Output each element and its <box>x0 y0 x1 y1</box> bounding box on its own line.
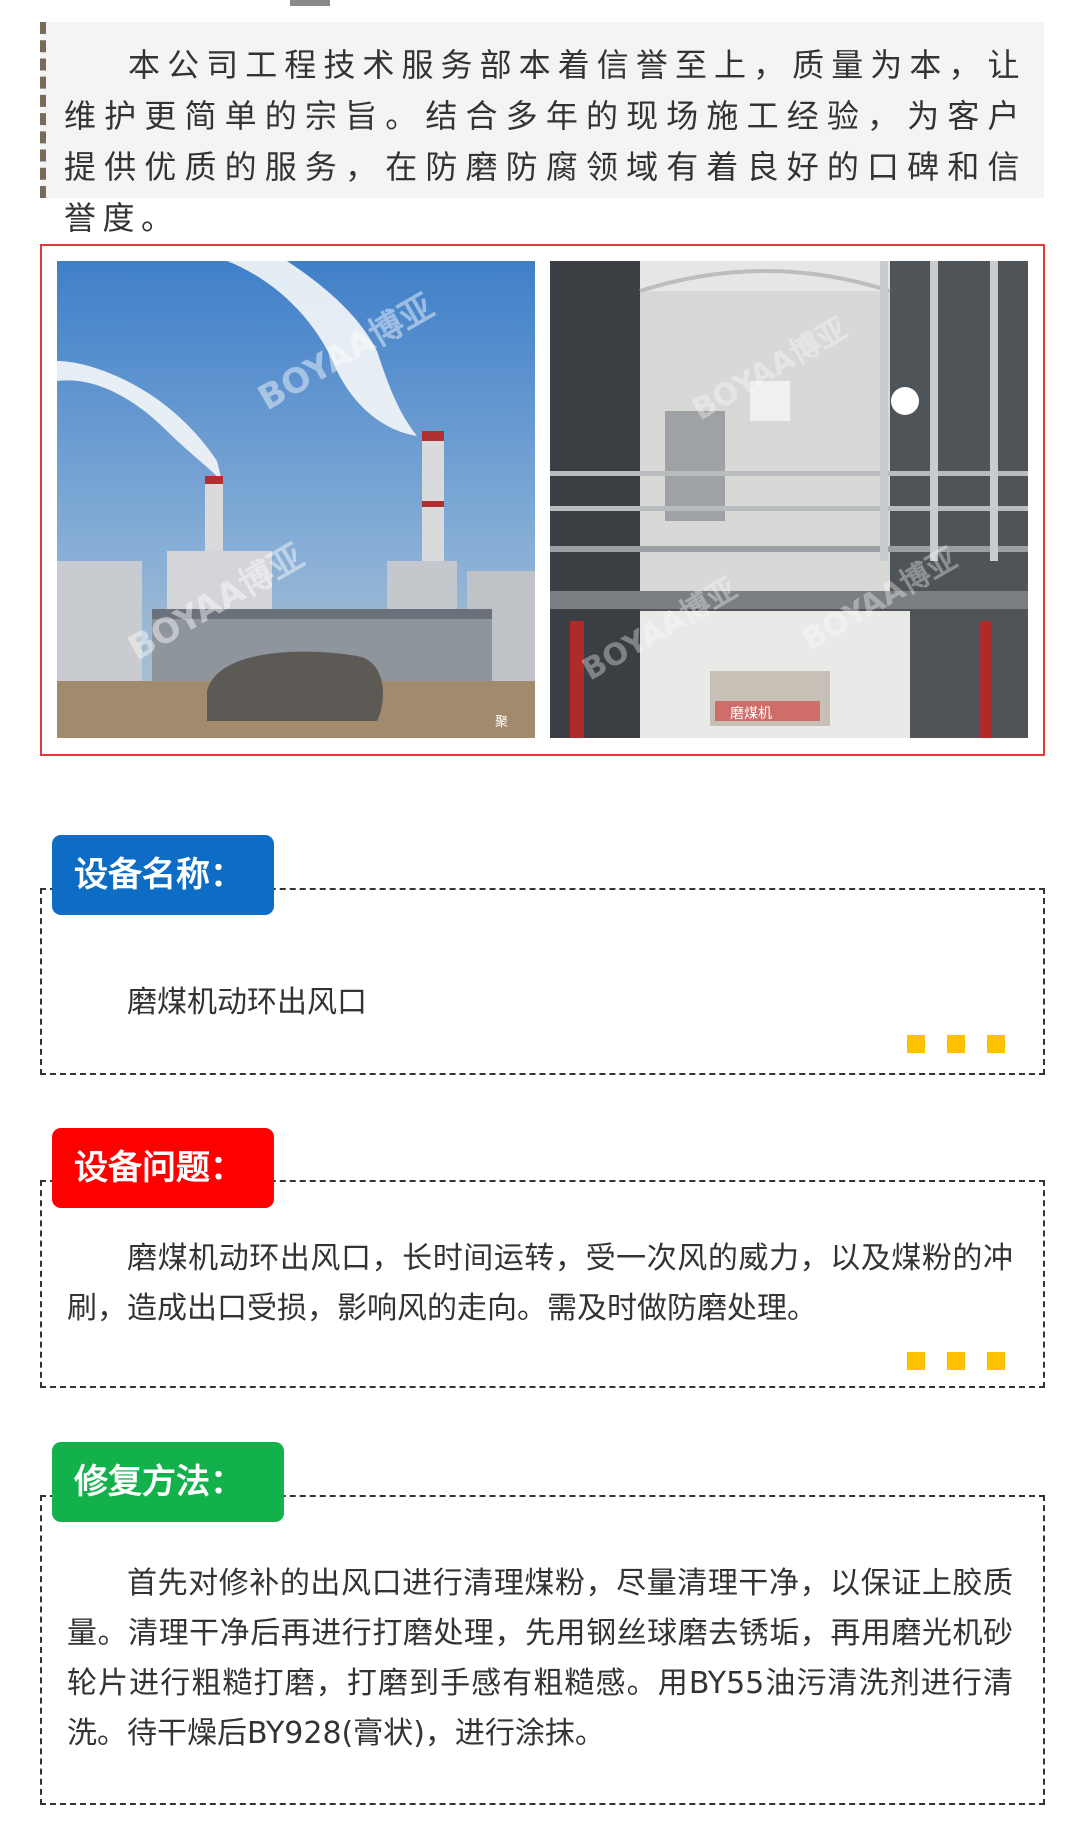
coal-mill-photo: 磨煤机 BOYAA博亚 BOYAA博亚 BOYAA博亚 <box>550 261 1028 738</box>
device-problem-tag: 设备问题： <box>52 1128 274 1208</box>
left-photo-caption: 聚 <box>495 715 508 730</box>
power-plant-photo: BOYAA博亚 BOYAA博亚 聚 <box>57 261 535 738</box>
device-name-text: 磨煤机动环出风口 <box>127 985 367 1020</box>
device-problem-text: 磨煤机动环出风口，长时间运转，受一次风的威力，以及煤粉的冲刷，造成出口受损，影响… <box>67 1241 1013 1326</box>
right-photo-sign: 磨煤机 <box>730 706 772 722</box>
card-dots <box>885 1035 1005 1057</box>
device-problem-card: 磨煤机动环出风口，长时间运转，受一次风的威力，以及煤粉的冲刷，造成出口受损，影响… <box>40 1180 1045 1388</box>
repair-method-text: 首先对修补的出风口进行清理煤粉，尽量清理干净，以保证上胶质量。清理干净后再进行打… <box>67 1566 1013 1751</box>
company-intro-text: 本公司工程技术服务部本着信誉至上，质量为本，让维护更简单的宗旨。结合多年的现场施… <box>64 46 1026 237</box>
repair-method-card: 首先对修补的出风口进行清理煤粉，尽量清理干净，以保证上胶质量。清理干净后再进行打… <box>40 1495 1045 1805</box>
card-dots <box>885 1352 1005 1374</box>
repair-method-tag: 修复方法： <box>52 1442 284 1522</box>
power-plant-image: BOYAA博亚 BOYAA博亚 聚 <box>57 261 535 738</box>
photo-frame: BOYAA博亚 BOYAA博亚 聚 磨煤机 BOYAA博亚 BOYAA博亚 BO… <box>40 244 1045 756</box>
coal-mill-image: 磨煤机 BOYAA博亚 BOYAA博亚 BOYAA博亚 <box>550 261 1028 738</box>
top-divider-mark <box>290 0 330 6</box>
device-name-card: 磨煤机动环出风口 <box>40 888 1045 1075</box>
device-name-tag: 设备名称： <box>52 835 274 915</box>
company-intro-box: 本公司工程技术服务部本着信誉至上，质量为本，让维护更简单的宗旨。结合多年的现场施… <box>40 22 1044 237</box>
